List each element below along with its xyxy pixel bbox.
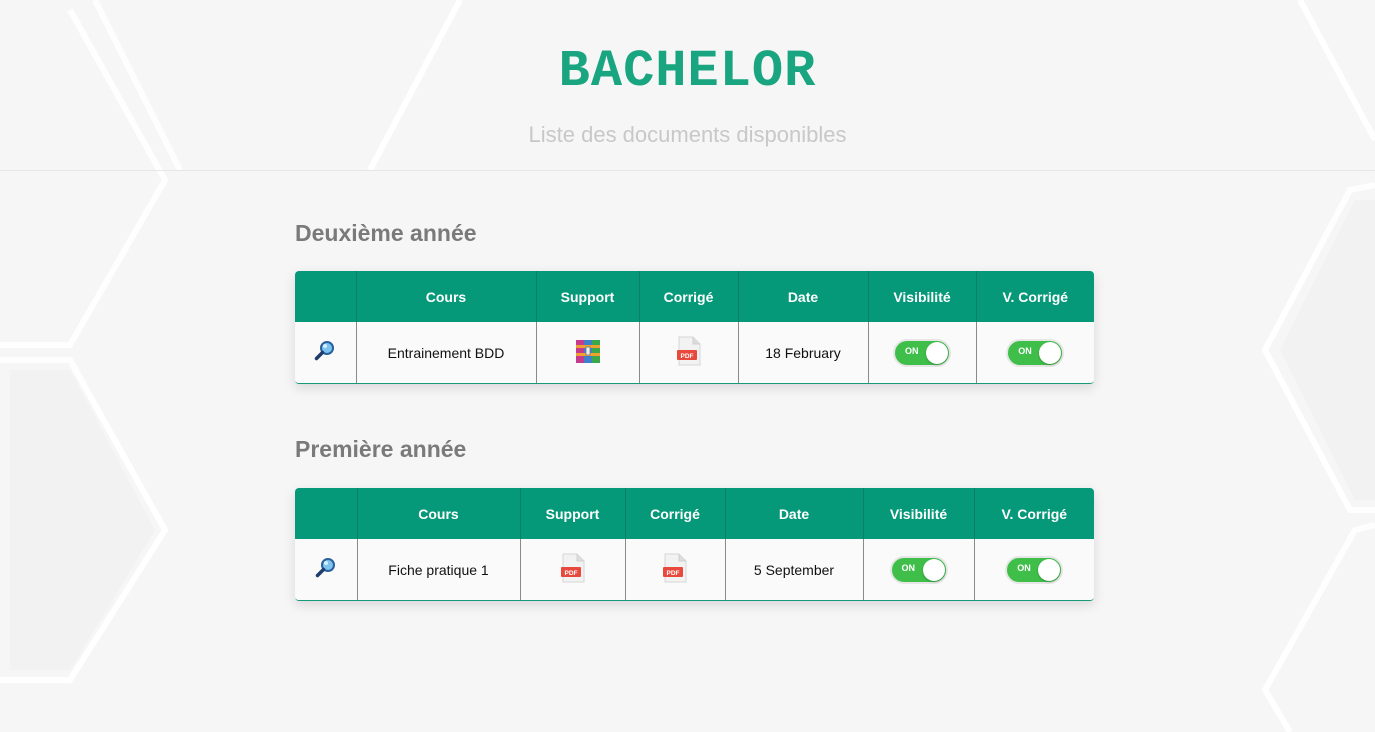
page-title: BACHELOR	[558, 42, 817, 101]
archive-rar-icon[interactable]	[575, 337, 601, 368]
page-header: BACHELOR Liste des documents disponibles	[0, 0, 1375, 171]
toggle-knob	[1038, 558, 1061, 581]
magnifier-icon[interactable]	[314, 340, 336, 365]
visibility-toggle[interactable]: ON	[889, 555, 948, 584]
toggle-on-label: ON	[1017, 562, 1031, 573]
course-name: Entrainement BDD	[355, 322, 536, 383]
date-cell: 18 February	[737, 322, 868, 383]
v-corrige-toggle[interactable]: ON	[1005, 555, 1064, 584]
corrige-cell: PDF	[624, 539, 725, 600]
toggle-on-label: ON	[905, 345, 919, 356]
pdf-icon[interactable]: PDF	[662, 553, 688, 586]
documents-table: Cours Support Corrigé Date Visibilité V.…	[295, 271, 1094, 384]
col-header-corrige: Corrigé	[638, 271, 738, 322]
support-cell	[535, 322, 639, 383]
section-title: Deuxième année	[295, 220, 477, 246]
pdf-icon[interactable]: PDF	[560, 553, 586, 586]
col-header-support: Support	[535, 271, 639, 322]
pdf-label: PDF	[564, 570, 577, 577]
toggle-knob	[1039, 341, 1062, 364]
col-header-cours: Cours	[355, 271, 536, 322]
visibility-cell: ON	[867, 322, 976, 383]
col-header-corrige: Corrigé	[624, 488, 725, 539]
toggle-knob	[922, 558, 945, 581]
corrige-cell: PDF	[638, 322, 738, 383]
col-header-visibilite: Visibilité	[867, 271, 976, 322]
toggle-on-label: ON	[901, 562, 916, 573]
page-subtitle: Liste des documents disponibles	[528, 122, 847, 147]
pdf-label: PDF	[680, 353, 693, 360]
col-header-date: Date	[737, 271, 868, 322]
section-premiere-annee: Première année Cours Support Corrigé Dat…	[295, 434, 1094, 601]
col-header-date: Date	[724, 488, 863, 539]
table-row: Fiche pratique 1 PDF PDF 5 September ON …	[295, 539, 1094, 600]
course-name: Fiche pratique 1	[356, 539, 520, 600]
view-cell	[295, 539, 357, 600]
date-cell: 5 September	[724, 539, 863, 600]
support-cell: PDF	[519, 539, 625, 600]
v-corrige-cell: ON	[975, 322, 1094, 383]
table-header-row: Cours Support Corrigé Date Visibilité V.…	[295, 488, 1094, 539]
col-header-visibilite: Visibilité	[862, 488, 974, 539]
documents-table: Cours Support Corrigé Date Visibilité V.…	[295, 488, 1094, 601]
pdf-label: PDF	[667, 570, 680, 577]
visibility-toggle[interactable]: ON	[893, 338, 951, 367]
col-header-v-corrige: V. Corrigé	[973, 488, 1094, 539]
pdf-icon[interactable]: PDF	[676, 336, 702, 369]
col-header-view	[295, 271, 356, 322]
col-header-v-corrige: V. Corrigé	[975, 271, 1094, 322]
toggle-on-label: ON	[1018, 345, 1032, 356]
section-deuxieme-annee: Deuxième année Cours Support Corrigé Dat…	[295, 218, 1094, 384]
col-header-support: Support	[519, 488, 625, 539]
table-row: Entrainement BDD PDF 18 February ON ON	[295, 322, 1094, 383]
col-header-view	[295, 488, 357, 539]
col-header-cours: Cours	[356, 488, 520, 539]
toggle-knob	[926, 341, 948, 364]
v-corrige-toggle[interactable]: ON	[1006, 338, 1065, 367]
view-cell	[295, 322, 356, 383]
visibility-cell: ON	[862, 539, 974, 600]
section-title: Première année	[295, 436, 467, 462]
magnifier-icon[interactable]	[315, 557, 337, 582]
table-header-row: Cours Support Corrigé Date Visibilité V.…	[295, 271, 1094, 322]
v-corrige-cell: ON	[973, 539, 1094, 600]
